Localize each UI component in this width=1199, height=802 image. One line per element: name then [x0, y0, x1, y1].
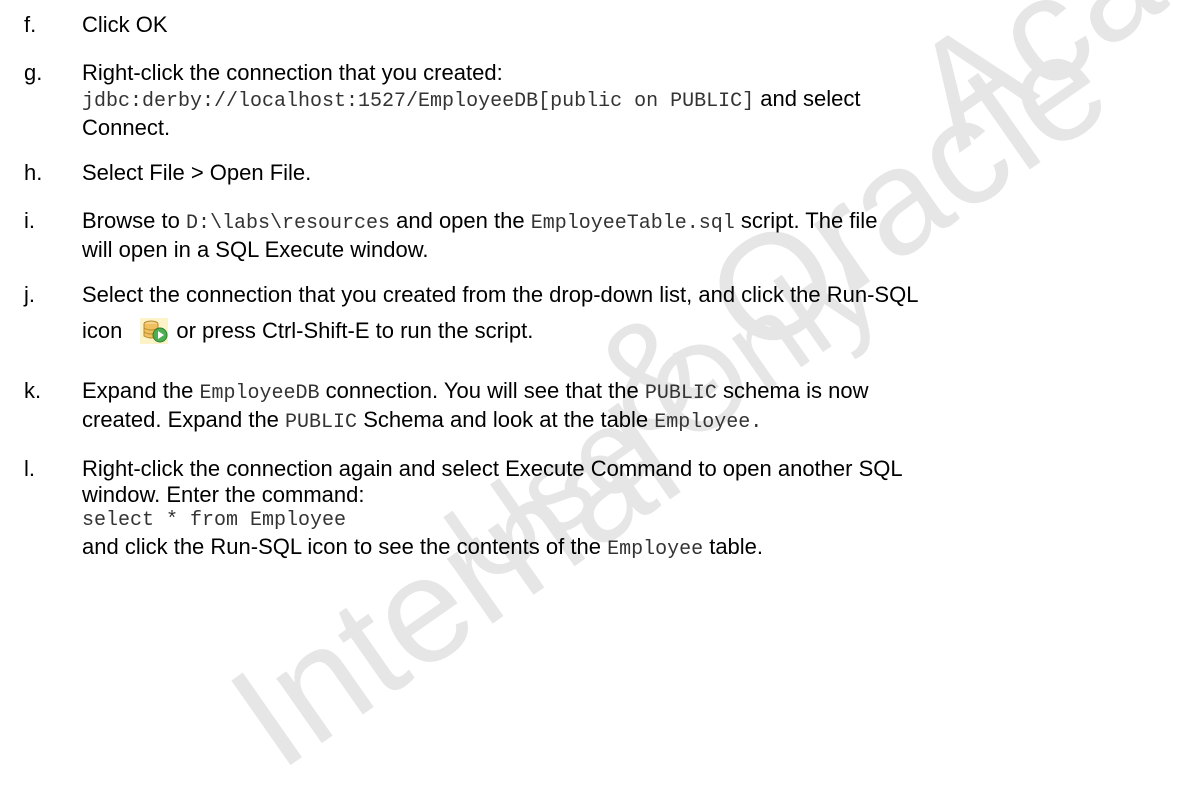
step-text: and click the Run-SQL icon to see the co… — [82, 534, 601, 559]
step-text: script. The file — [740, 208, 878, 233]
connection-name-code: EmployeeDB — [199, 382, 320, 405]
step-text: Connect. — [82, 115, 171, 140]
connection-url-code: jdbc:derby://localhost:1527/EmployeeDB[p… — [82, 90, 755, 113]
step-text: connection. You will see that the — [325, 378, 639, 403]
step-h: h. Select File > Open File. — [24, 160, 1184, 186]
step-text: Click OK — [82, 12, 168, 37]
step-text: Select the connection that you created f… — [82, 282, 919, 307]
step-text: Schema and look at the table — [363, 407, 649, 432]
step-text: Right-click the connection that you crea… — [82, 60, 503, 85]
filename-code: EmployeeTable.sql — [530, 212, 735, 235]
path-code: D:\labs\resources — [185, 212, 390, 235]
step-text: created. Expand the — [82, 407, 279, 432]
step-text: and select — [760, 86, 861, 111]
step-letter: k. — [24, 378, 42, 403]
step-letter: j. — [24, 282, 35, 307]
step-letter: g. — [24, 60, 43, 85]
step-letter: l. — [24, 456, 35, 481]
step-l: l. Right-click the connection again and … — [24, 456, 1184, 563]
step-text: Browse to — [82, 208, 180, 233]
schema-name-code: PUBLIC — [285, 411, 358, 434]
table-name-code: Employee — [607, 538, 704, 561]
step-text: table. — [709, 534, 764, 559]
step-text: will open in a SQL Execute window. — [82, 237, 429, 262]
step-i: i. Browse to D:\labs\resources and open … — [24, 208, 1184, 263]
step-text: or press Ctrl-Shift-E to run the script. — [176, 318, 534, 343]
step-g: g. Right-click the connection that you c… — [24, 60, 1184, 141]
step-letter: i. — [24, 208, 35, 233]
step-k: k. Expand the EmployeeDB connection. You… — [24, 378, 1184, 436]
step-text: Expand the — [82, 378, 194, 403]
step-letter: h. — [24, 160, 43, 185]
step-text: Select File > Open File. — [82, 160, 312, 185]
step-text: Right-click the connection again and sel… — [82, 456, 903, 481]
step-f: f. Click OK — [24, 12, 1184, 38]
watermark-text: Internal — [201, 374, 708, 800]
step-j: j. Select the connection that you create… — [24, 282, 1184, 344]
step-text: window. Enter the command: — [82, 482, 365, 507]
schema-name-code: PUBLIC — [644, 382, 717, 405]
table-name-code: Employee. — [654, 411, 763, 434]
step-text: schema is now — [722, 378, 869, 403]
step-text: icon — [82, 318, 123, 343]
sql-command-code: select * from Employee — [82, 509, 347, 532]
step-text: and open the — [396, 208, 525, 233]
run-sql-icon — [140, 318, 169, 344]
step-letter: f. — [24, 12, 37, 37]
